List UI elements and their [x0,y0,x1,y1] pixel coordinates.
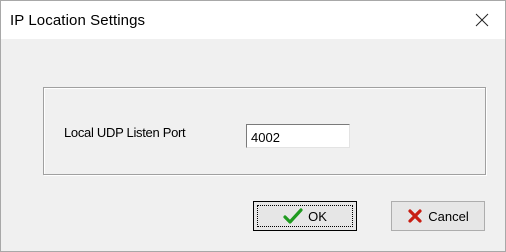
x-mark-icon [407,208,423,224]
window-title: IP Location Settings [10,12,146,29]
cancel-button[interactable]: Cancel [391,201,485,231]
ok-button[interactable]: OK [253,201,357,231]
checkmark-icon [283,208,303,224]
close-button[interactable] [459,1,505,39]
focus-ring [257,205,353,227]
udp-port-input[interactable] [246,124,350,148]
cancel-button-label: Cancel [428,208,469,224]
close-icon [475,13,489,27]
udp-port-label: Local UDP Listen Port [64,125,186,140]
dialog-window: IP Location Settings Local UDP Listen Po… [0,0,506,252]
ok-button-label: OK [308,208,327,224]
title-bar: IP Location Settings [1,1,505,39]
